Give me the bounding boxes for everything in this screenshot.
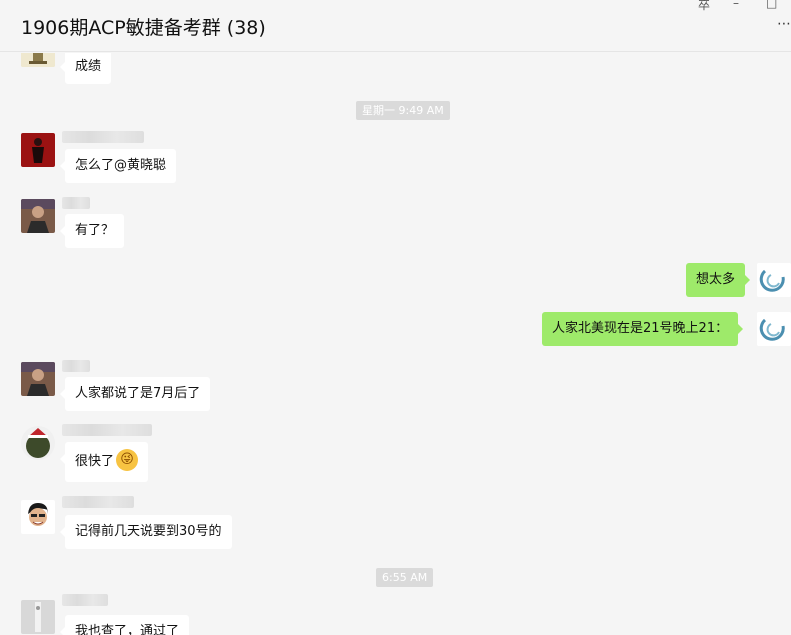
own-avatar[interactable] — [757, 312, 791, 346]
message-bubble-own[interactable]: 人家北美现在是21号晚上21： — [542, 312, 744, 346]
message-bubble[interactable]: 记得前几天说要到30号的 — [60, 515, 232, 549]
message-bubble-own[interactable]: 想太多 — [686, 263, 751, 297]
message-text: 很快了 — [75, 454, 115, 469]
avatar[interactable] — [21, 500, 55, 534]
avatar[interactable] — [21, 53, 55, 67]
maximize-icon[interactable]: □ — [766, 0, 777, 10]
message-bubble[interactable]: 怎么了@黄晓聪 — [59, 149, 177, 183]
avatar[interactable] — [21, 362, 55, 396]
more-options-icon[interactable]: ⋯ — [777, 16, 791, 32]
chat-header: 1906期ACP敏捷备考群 (38) 卒 – □ ⋯ — [0, 0, 791, 52]
avatar[interactable] — [21, 133, 55, 167]
message-bubble[interactable]: 我也查了，通过了 — [59, 615, 190, 635]
winking-tongue-emoji-icon: 😜 — [116, 448, 139, 471]
sender-name-blurred — [62, 360, 90, 372]
message-bubble[interactable]: 很快了 😜 — [59, 442, 149, 482]
sender-name-blurred — [62, 197, 90, 209]
sender-name-blurred — [62, 424, 152, 436]
pin-icon[interactable]: 卒 — [698, 0, 710, 13]
avatar[interactable] — [21, 600, 55, 634]
chat-message-list[interactable]: 成绩 星期一 9:49 AM 怎么了@黄晓聪 有了？ 想太多 人家北美现在是21… — [0, 53, 791, 635]
avatar[interactable] — [21, 426, 55, 460]
minimize-icon[interactable]: – — [733, 0, 739, 10]
message-bubble[interactable]: 成绩 — [59, 53, 112, 84]
sender-name-blurred — [62, 594, 108, 606]
sender-name-blurred — [62, 496, 134, 508]
chat-title: 1906期ACP敏捷备考群 (38) — [21, 17, 266, 39]
sender-name-blurred — [62, 131, 144, 143]
timestamp-divider: 6:55 AM — [376, 568, 434, 587]
own-avatar[interactable] — [757, 263, 791, 297]
message-bubble[interactable]: 有了？ — [59, 214, 125, 248]
timestamp-divider: 星期一 9:49 AM — [356, 101, 450, 120]
message-bubble[interactable]: 人家都说了是7月后了 — [59, 377, 211, 411]
avatar[interactable] — [21, 199, 55, 233]
